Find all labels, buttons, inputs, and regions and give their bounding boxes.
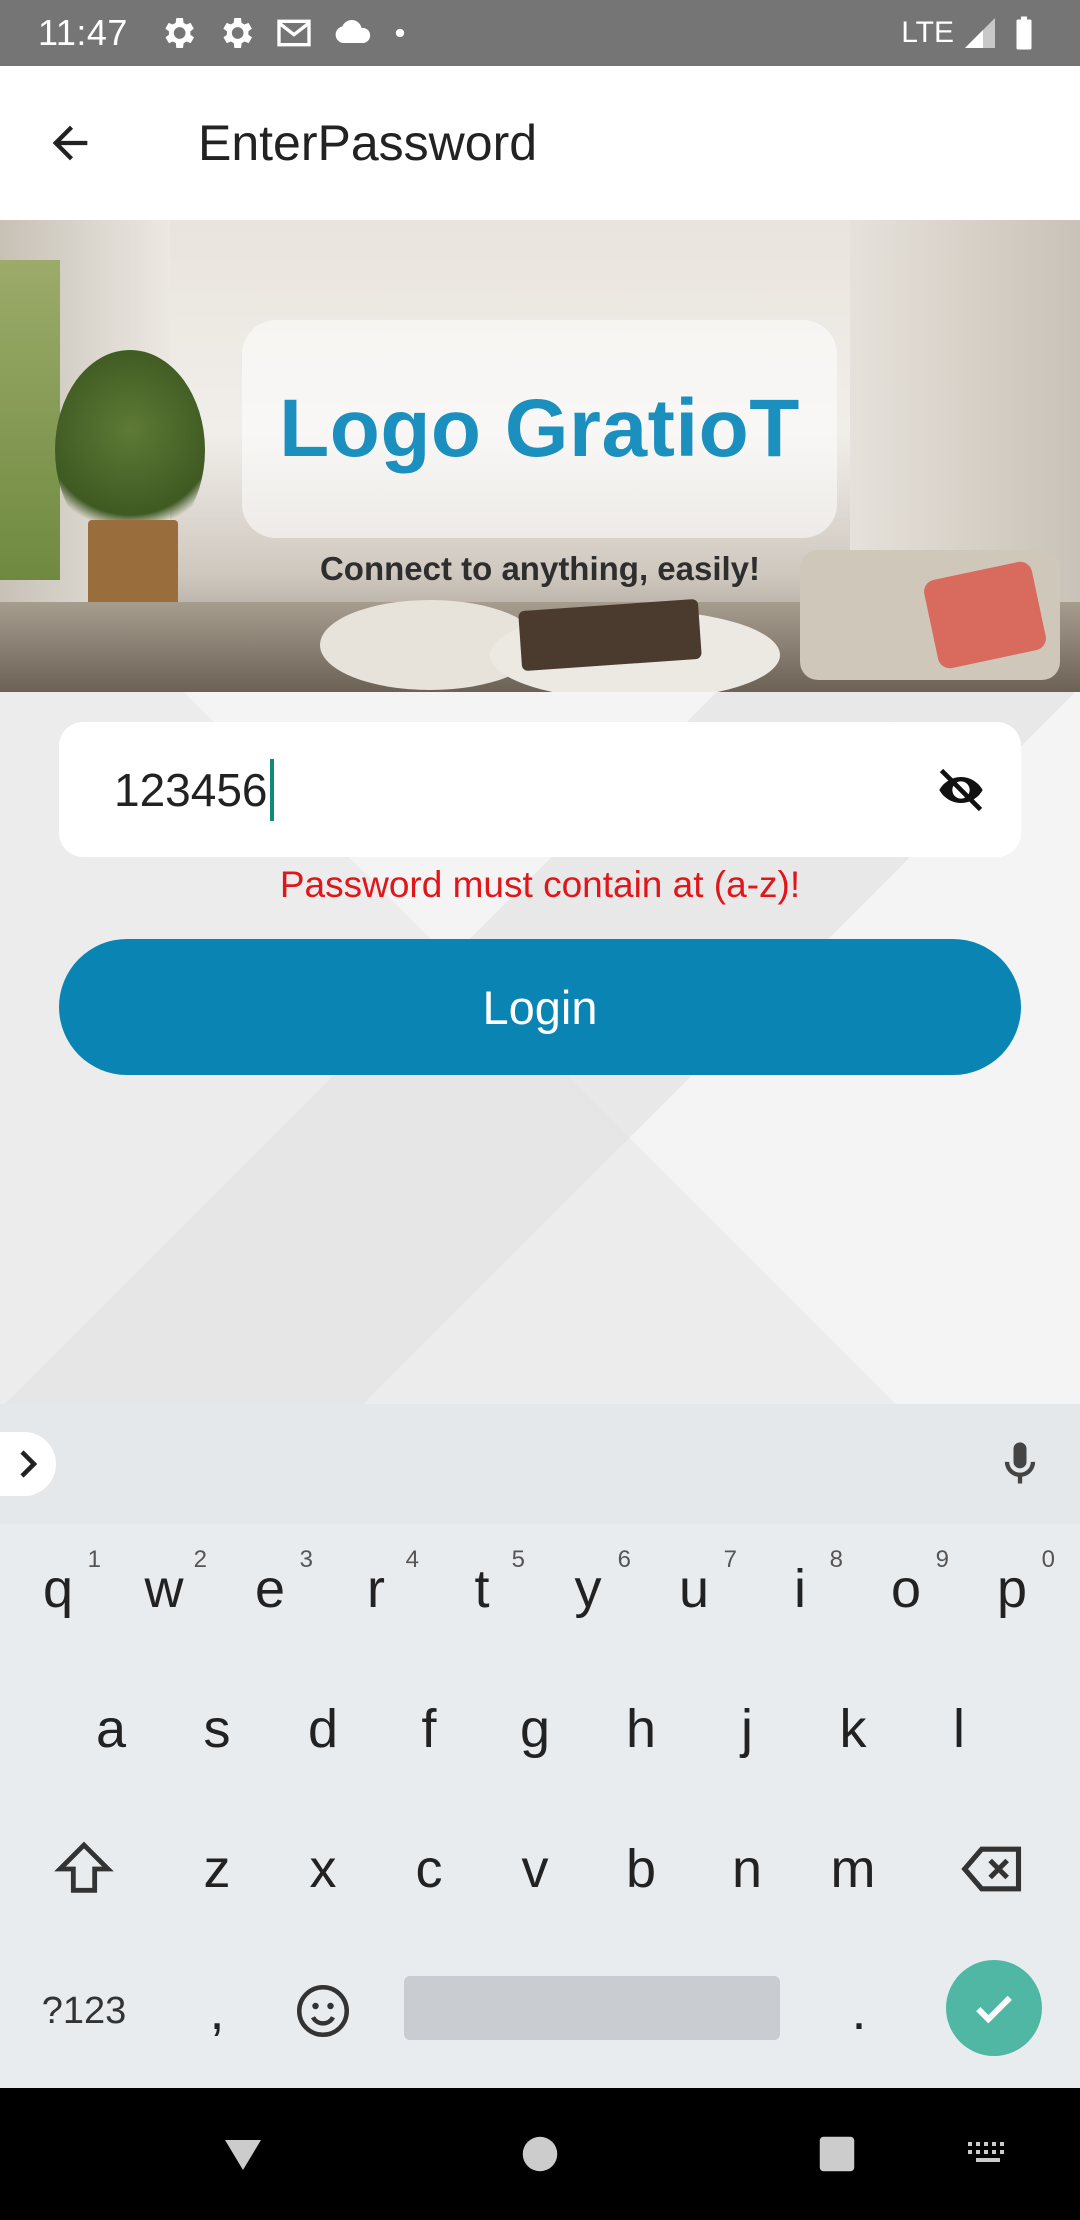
- nav-back-icon: [225, 2140, 261, 2170]
- microphone-icon: [1004, 1442, 1036, 1484]
- key-t[interactable]: t5: [429, 1524, 535, 1654]
- navigation-bar: [0, 2088, 1080, 2220]
- key-u[interactable]: u7: [641, 1524, 747, 1654]
- key-m[interactable]: m: [800, 1804, 906, 1934]
- key-i[interactable]: i8: [747, 1524, 853, 1654]
- arrow-back-icon: [52, 125, 88, 161]
- enter-password-screen: 11:47 LTE EnterPassword Logo GratioT Con…: [0, 0, 1080, 2220]
- key-d[interactable]: d: [270, 1664, 376, 1794]
- nav-recents-button[interactable]: [807, 2124, 867, 2184]
- shift-icon: [54, 1841, 114, 1893]
- password-error: Password must contain at (a-z)!: [279, 864, 801, 905]
- keyboard-expand-button[interactable]: [0, 1432, 56, 1496]
- password-value: 123456: [114, 763, 268, 816]
- key-r[interactable]: r4: [323, 1524, 429, 1654]
- key-x[interactable]: x: [270, 1804, 376, 1934]
- settings-icon: [165, 18, 194, 48]
- key-p[interactable]: p0: [959, 1524, 1065, 1654]
- eye-off-icon: [939, 768, 983, 811]
- key-v[interactable]: v: [482, 1804, 588, 1934]
- status-time: 11:47: [38, 12, 128, 53]
- app-bar: EnterPassword: [0, 66, 1080, 220]
- gmail-icon: [277, 19, 311, 47]
- key-j[interactable]: j: [694, 1664, 800, 1794]
- key-z[interactable]: z: [164, 1804, 270, 1934]
- checkmark-icon: [976, 1995, 1012, 2024]
- space-key[interactable]: [404, 1976, 780, 2040]
- tagline: Connect to anything, easily!: [319, 550, 761, 587]
- keyboard-row-1: q1 w2 e3 r4 t5 y6 u7 i8 o9 p0: [0, 1524, 1080, 1664]
- battery-icon: [1016, 16, 1032, 50]
- key-f[interactable]: f: [376, 1664, 482, 1794]
- network-label: LTE: [901, 16, 954, 49]
- key-o[interactable]: o9: [853, 1524, 959, 1654]
- dot-icon: [395, 28, 405, 38]
- key-s[interactable]: s: [164, 1664, 270, 1794]
- key-e[interactable]: e3: [217, 1524, 323, 1654]
- hero-banner: Logo GratioT Connect to anything, easily…: [0, 220, 1080, 692]
- key-n[interactable]: n: [694, 1804, 800, 1934]
- toggle-visibility-button[interactable]: [931, 760, 991, 820]
- status-right: LTE: [901, 13, 1042, 53]
- key-g[interactable]: g: [482, 1664, 588, 1794]
- notification-icons: [158, 13, 410, 53]
- logo-card: Logo GratioT: [242, 320, 837, 538]
- page-title: EnterPassword: [198, 115, 538, 171]
- hero-window: [0, 260, 60, 580]
- key-h[interactable]: h: [588, 1664, 694, 1794]
- backspace-icon: [961, 1846, 1022, 1892]
- keyboard-row-2: a s d f g h j k l: [0, 1664, 1080, 1804]
- key-y[interactable]: y6: [535, 1524, 641, 1654]
- key-a[interactable]: a: [58, 1664, 164, 1794]
- nav-recents-icon: [819, 2136, 855, 2172]
- key-l[interactable]: l: [906, 1664, 1012, 1794]
- keyboard-toolbar: [0, 1404, 1080, 1524]
- keyboard-icon: [968, 2142, 1004, 2162]
- status-bar: 11:47 LTE: [0, 0, 1080, 66]
- soft-keyboard: q1 w2 e3 r4 t5 y6 u7 i8 o9 p0 a s d f g …: [0, 1524, 1080, 2088]
- chevron-right-icon: [20, 1450, 38, 1478]
- symbols-key[interactable]: ?123: [31, 1946, 137, 2076]
- key-c[interactable]: c: [376, 1804, 482, 1934]
- key-k[interactable]: k: [800, 1664, 906, 1794]
- settings-icon: [223, 18, 252, 48]
- text-cursor: [269, 758, 274, 821]
- signal-icon: [965, 18, 995, 48]
- enter-key[interactable]: [946, 1960, 1042, 2056]
- back-button[interactable]: [30, 103, 110, 183]
- comma-key[interactable]: ,: [164, 1946, 270, 2076]
- nav-home-button[interactable]: [510, 2124, 570, 2184]
- key-b[interactable]: b: [588, 1804, 694, 1934]
- period-key[interactable]: .: [806, 1946, 912, 2076]
- key-w[interactable]: w2: [111, 1524, 217, 1654]
- keyboard-switch-button[interactable]: [958, 2124, 1018, 2184]
- password-input[interactable]: 123456: [59, 722, 1021, 857]
- key-q[interactable]: q1: [5, 1524, 111, 1654]
- shift-key[interactable]: [31, 1804, 137, 1934]
- voice-input-button[interactable]: [990, 1434, 1050, 1494]
- login-button[interactable]: Login: [59, 939, 1021, 1075]
- hero-tray: [518, 598, 702, 672]
- nav-home-icon: [522, 2136, 558, 2172]
- cloud-icon: [335, 19, 371, 43]
- nav-back-button[interactable]: [213, 2124, 273, 2184]
- emoji-icon: [297, 1985, 349, 2037]
- logo-text: Logo GratioT: [279, 383, 800, 474]
- emoji-key[interactable]: [270, 1946, 376, 2076]
- backspace-key[interactable]: [940, 1804, 1046, 1934]
- keyboard-row-3: z x c v b n m: [0, 1804, 1080, 1944]
